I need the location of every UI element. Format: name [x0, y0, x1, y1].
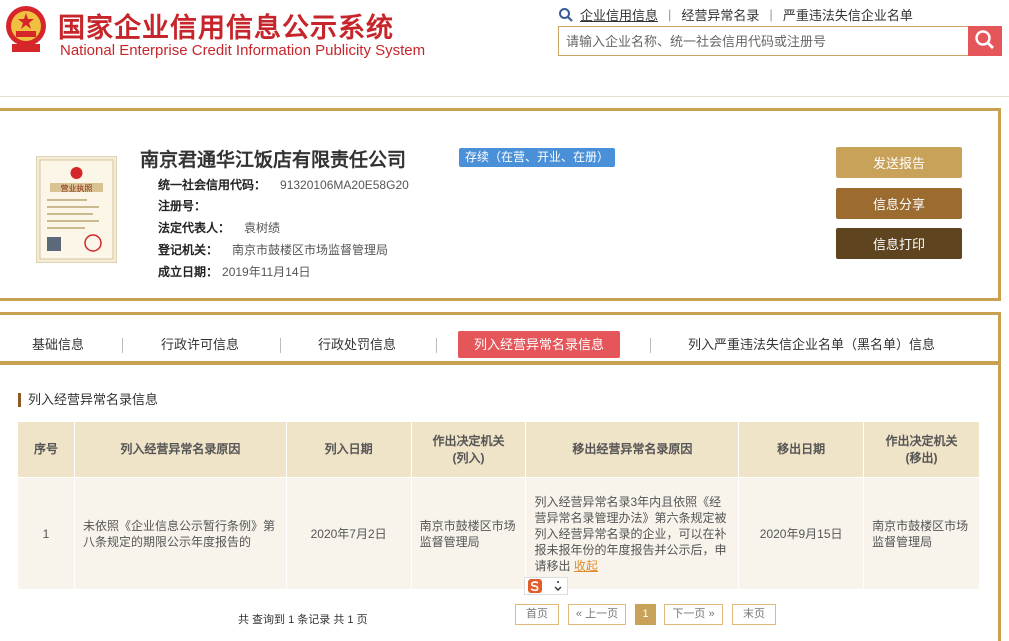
cell-date-out: 2020年9月15日 [738, 477, 865, 590]
nav-divider: | [668, 7, 672, 22]
tab-admin-penalty[interactable]: 行政处罚信息 [318, 331, 396, 358]
cell-reason-out: 列入经营异常名录3年内且依照《经营异常名录管理办法》第六条规定被列入经营异常名录… [525, 477, 740, 590]
license-icon: 营业执照 [39, 159, 114, 260]
company-name: 南京君通华江饭店有限责任公司 [140, 149, 407, 171]
cell-reason-in: 未依照《企业信息公示暂行条例》第八条规定的期限公示年度报告的 [73, 477, 287, 590]
pager-last-button[interactable]: 末页 [732, 604, 776, 625]
send-report-button[interactable]: 发送报告 [836, 147, 962, 178]
table-header-row: 序号 列入经营异常名录原因 列入日期 作出决定机关 (列入) 移出经营异常名录原… [17, 421, 980, 478]
info-value: 袁树绩 [244, 221, 281, 235]
top-nav: 企业信用信息 | 经营异常名录 | 严重违法失信企业名单 [558, 5, 913, 24]
search-icon [559, 7, 573, 22]
info-reg-authority: 登记机关： 南京市鼓楼区市场监督管理局 [158, 241, 388, 258]
tab-divider [280, 338, 281, 353]
license-title: 营业执照 [61, 183, 93, 193]
col-header-date-out: 移出日期 [738, 421, 865, 478]
status-badge: 存续（在营、开业、在册） [459, 148, 616, 167]
site-subtitle: National Enterprise Credit Information P… [60, 42, 426, 59]
pager-first-button[interactable]: 首页 [515, 604, 559, 625]
table-row: 1 未依照《企业信息公示暂行条例》第八条规定的期限公示年度报告的 2020年7月… [17, 477, 980, 590]
search-button[interactable] [968, 26, 1002, 56]
info-label: 登记机关： [158, 243, 219, 257]
nav-link-blacklist[interactable]: 严重违法失信企业名单 [783, 5, 913, 24]
cell-index: 1 [17, 477, 75, 590]
info-value: 2019年11月14日 [222, 265, 311, 279]
tab-divider [436, 338, 437, 353]
nav-link-abnormal-list[interactable]: 经营异常名录 [681, 5, 759, 24]
pager-summary: 共 查询到 1 条记录 共 1 页 [238, 614, 368, 626]
info-label: 成立日期： [158, 265, 219, 279]
sogou-ime-icon [528, 579, 562, 593]
col-header-authority-in: 作出决定机关 (列入) [410, 421, 527, 478]
tab-basic-info[interactable]: 基础信息 [32, 331, 84, 358]
col-header-index: 序号 [17, 421, 75, 478]
col-header-date-in: 列入日期 [285, 421, 412, 478]
pager-prev-button[interactable]: « 上一页 [568, 604, 626, 625]
share-info-button[interactable]: 信息分享 [836, 188, 962, 219]
pager-current-page[interactable]: 1 [635, 604, 656, 625]
pager-next-button[interactable]: 下一页 » [664, 604, 723, 625]
search-bar [558, 26, 1002, 56]
site-title: 国家企业信用信息公示系统 [58, 13, 394, 44]
info-label: 注册号： [158, 199, 207, 213]
info-label: 统一社会信用代码： [158, 178, 267, 192]
details-panel: 基础信息 行政许可信息 行政处罚信息 列入经营异常名录信息 列入严重违法失信企业… [0, 312, 1001, 641]
tab-blacklist[interactable]: 列入严重违法失信企业名单（黑名单）信息 [688, 331, 935, 358]
cell-date-in: 2020年7月2日 [285, 477, 412, 590]
col-header-authority-out: 作出决定机关 (移出) [863, 421, 980, 478]
tab-admin-license[interactable]: 行政许可信息 [161, 331, 239, 358]
search-input[interactable] [559, 27, 969, 55]
site-header: 国家企业信用信息公示系统 National Enterprise Credit … [0, 0, 1009, 97]
info-label: 法定代表人： [158, 221, 231, 235]
nav-divider: | [769, 7, 773, 22]
info-legal-rep: 法定代表人： 袁树绩 [158, 219, 280, 236]
reason-out-text: 列入经营异常名录3年内且依照《经营异常名录管理办法》第六条规定被列入经营异常名录… [534, 494, 727, 573]
national-emblem-icon [6, 6, 46, 52]
col-header-reason-out: 移出经营异常名录原因 [525, 421, 740, 478]
abnormal-records-table: 序号 列入经营异常名录原因 列入日期 作出决定机关 (列入) 移出经营异常名录原… [17, 421, 980, 590]
info-credit-code: 统一社会信用代码： 91320106MA20E58G20 [158, 176, 409, 193]
business-license-image: 营业执照 [36, 156, 117, 263]
tab-abnormal-list[interactable]: 列入经营异常名录信息 [458, 331, 621, 358]
info-value: 南京市鼓楼区市场监督管理局 [232, 243, 389, 257]
cell-authority-in: 南京市鼓楼区市场监督管理局 [410, 477, 527, 590]
nav-link-credit-info[interactable]: 企业信用信息 [580, 5, 658, 24]
info-tabs: 基础信息 行政许可信息 行政处罚信息 列入经营异常名录信息 列入严重违法失信企业… [0, 329, 998, 365]
info-reg-number: 注册号： [158, 197, 220, 214]
ime-toolbar[interactable] [524, 577, 568, 595]
print-info-button[interactable]: 信息打印 [836, 228, 962, 259]
tab-divider [650, 338, 651, 353]
section-title: 列入经营异常名录信息 [18, 393, 158, 407]
company-info-panel: 营业执照 南京君通华江饭店有限责任公司 存续（在营、开业、在册） 统一社会信用代… [0, 108, 1001, 301]
tab-divider [122, 338, 123, 353]
col-header-reason-in: 列入经营异常名录原因 [73, 421, 287, 478]
info-value: 91320106MA20E58G20 [280, 178, 409, 192]
search-icon [975, 29, 994, 49]
cell-authority-out: 南京市鼓楼区市场监督管理局 [863, 477, 980, 590]
info-established-date: 成立日期： 2019年11月14日 [158, 263, 311, 280]
collapse-link[interactable]: 收起 [574, 559, 598, 573]
